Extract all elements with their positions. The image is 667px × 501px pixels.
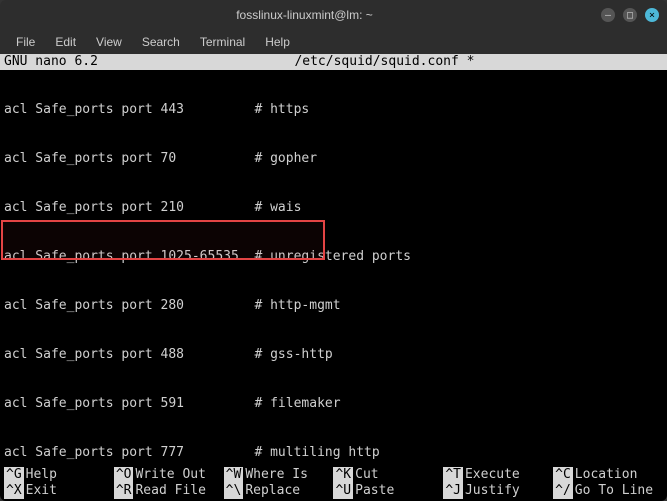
editor-line: acl Safe_ports port 443 # https [4,102,663,119]
terminal-area[interactable]: GNU nano 6.2 /etc/squid/squid.conf * acl… [0,54,667,501]
editor-line: acl Safe_ports port 591 # filemaker [4,396,663,413]
titlebar: fosslinux-linuxmint@lm: ~ – □ × [0,0,667,30]
editor-line: acl Safe_ports port 777 # multiling http [4,445,663,462]
editor-line: acl Safe_ports port 210 # wais [4,200,663,217]
footer-cmd-execute[interactable]: ^TExecute [443,467,553,483]
annotation-highlight-box [1,220,325,260]
footer-cmd-replace[interactable]: ^\Replace [224,483,334,499]
nano-filename: /etc/squid/squid.conf * [102,54,667,70]
menu-help[interactable]: Help [257,33,298,51]
menu-terminal[interactable]: Terminal [192,33,253,51]
editor-line: acl Safe_ports port 70 # gopher [4,151,663,168]
menu-file[interactable]: File [8,33,43,51]
footer-cmd-justify[interactable]: ^JJustify [443,483,553,499]
terminal-window: fosslinux-linuxmint@lm: ~ – □ × File Edi… [0,0,667,501]
window-controls: – □ × [601,8,659,22]
nano-footer: ^GHelp ^OWrite Out ^WWhere Is ^KCut ^TEx… [0,467,667,501]
menu-search[interactable]: Search [134,33,188,51]
footer-cmd-writeout[interactable]: ^OWrite Out [114,467,224,483]
maximize-button[interactable]: □ [623,8,637,22]
footer-cmd-paste[interactable]: ^UPaste [333,483,443,499]
nano-version: GNU nano 6.2 [0,54,102,70]
editor-line: acl Safe_ports port 280 # http-mgmt [4,298,663,315]
editor-line: acl Safe_ports port 488 # gss-http [4,347,663,364]
menubar: File Edit View Search Terminal Help [0,30,667,54]
editor-content[interactable]: acl Safe_ports port 443 # https acl Safe… [0,70,667,501]
footer-cmd-help[interactable]: ^GHelp [4,467,114,483]
menu-view[interactable]: View [88,33,130,51]
close-button[interactable]: × [645,8,659,22]
footer-cmd-exit[interactable]: ^XExit [4,483,114,499]
footer-row-1: ^GHelp ^OWrite Out ^WWhere Is ^KCut ^TEx… [4,467,663,483]
window-title: fosslinux-linuxmint@lm: ~ [8,8,601,22]
footer-row-2: ^XExit ^RRead File ^\Replace ^UPaste ^JJ… [4,483,663,499]
footer-cmd-whereis[interactable]: ^WWhere Is [224,467,334,483]
footer-cmd-location[interactable]: ^CLocation [553,467,663,483]
menu-edit[interactable]: Edit [47,33,84,51]
footer-cmd-readfile[interactable]: ^RRead File [114,483,224,499]
nano-header: GNU nano 6.2 /etc/squid/squid.conf * [0,54,667,70]
footer-cmd-gotoline[interactable]: ^/Go To Line [553,483,663,499]
footer-cmd-cut[interactable]: ^KCut [333,467,443,483]
minimize-button[interactable]: – [601,8,615,22]
